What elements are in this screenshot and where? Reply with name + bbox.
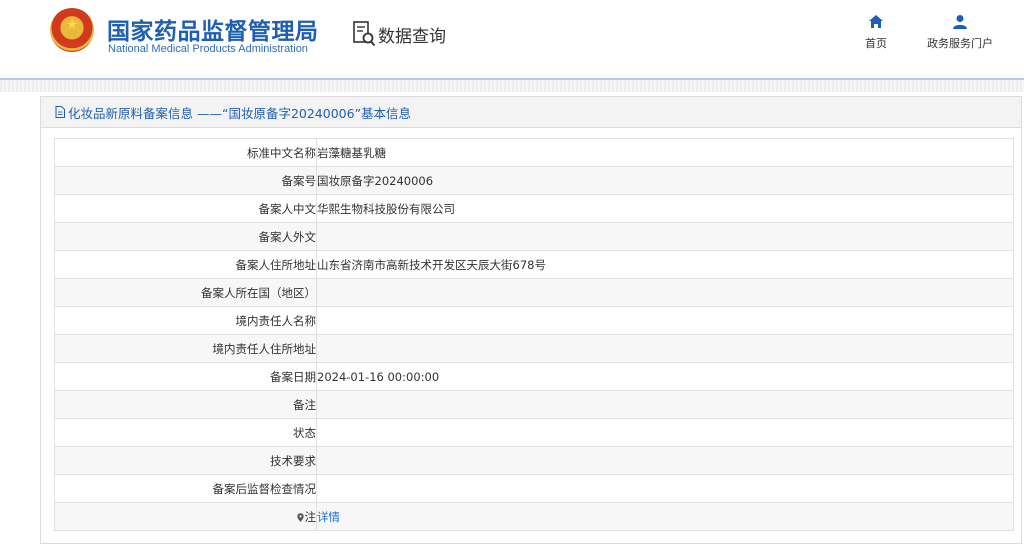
field-value [316, 278, 1014, 307]
table-row: 备案人中文 华熙生物科技股份有限公司 [54, 194, 1014, 223]
table-row: 技术要求 [54, 446, 1014, 475]
map-pin-icon [296, 512, 304, 522]
decorative-band [0, 80, 1024, 92]
panel-title: 化妆品新原料备案信息 ——“国妆原备字20240006”基本信息 [41, 97, 1021, 128]
note-label-text: 注 [304, 509, 316, 524]
document-icon [55, 106, 65, 118]
nav-home-label: 首页 [865, 37, 887, 50]
record-info-table: 标准中文名称 岩藻糖基乳糖 备案号 国妆原备字20240006 备案人中文 华熙… [54, 138, 1014, 531]
note-field-label: 注 [54, 502, 317, 531]
table-row: 境内责任人住所地址 [54, 334, 1014, 363]
field-label: 备案人中文 [54, 194, 317, 223]
field-label: 备案日期 [54, 362, 317, 391]
field-value: 华熙生物科技股份有限公司 [316, 194, 1014, 223]
field-value: 岩藻糖基乳糖 [316, 138, 1014, 167]
field-value: 山东省济南市高新技术开发区天辰大街678号 [316, 250, 1014, 279]
field-label: 标准中文名称 [54, 138, 317, 167]
field-label: 境内责任人名称 [54, 306, 317, 335]
field-value [316, 418, 1014, 447]
field-value [316, 446, 1014, 475]
field-label: 技术要求 [54, 446, 317, 475]
field-label: 备案后监督检查情况 [54, 474, 317, 503]
field-value: 2024-01-16 00:00:00 [316, 362, 1014, 391]
site-header: ★ 国家药品监督管理局 National Medical Products Ad… [0, 0, 1024, 80]
data-query-heading[interactable]: 数据查询 [352, 20, 446, 48]
nav-gov-portal-label: 政务服务门户 [927, 37, 993, 50]
table-row: 备案人住所地址 山东省济南市高新技术开发区天辰大街678号 [54, 250, 1014, 279]
details-link[interactable]: 详情 [318, 510, 341, 524]
field-label: 备案人外文 [54, 222, 317, 251]
table-row: 备案后监督检查情况 [54, 474, 1014, 503]
panel-title-text: 化妆品新原料备案信息 ——“国妆原备字20240006”基本信息 [68, 105, 412, 121]
field-value [316, 474, 1014, 503]
field-label: 备案人住所地址 [54, 250, 317, 279]
site-title-cn[interactable]: 国家药品监督管理局 [107, 12, 319, 46]
field-label: 境内责任人住所地址 [54, 334, 317, 363]
field-value [316, 306, 1014, 335]
record-panel: 化妆品新原料备案信息 ——“国妆原备字20240006”基本信息 标准中文名称 … [40, 96, 1022, 544]
nav-gov-portal-link[interactable]: 政务服务门户 [920, 14, 1000, 51]
user-icon [953, 15, 967, 29]
nav-home-link[interactable]: 首页 [857, 14, 895, 51]
table-row: 注 详情 [54, 502, 1014, 531]
field-value [316, 334, 1014, 363]
field-value [316, 390, 1014, 419]
table-row: 备案人外文 [54, 222, 1014, 251]
field-value: 国妆原备字20240006 [316, 166, 1014, 195]
field-value: 详情 [316, 502, 1014, 531]
table-row: 备案日期 2024-01-16 00:00:00 [54, 362, 1014, 391]
field-label: 备注 [54, 390, 317, 419]
home-icon [869, 15, 883, 28]
table-row: 备注 [54, 390, 1014, 419]
site-title-en: National Medical Products Administration [108, 43, 308, 55]
national-emblem-logo: ★ [50, 8, 94, 52]
table-row: 标准中文名称 岩藻糖基乳糖 [54, 138, 1014, 167]
table-row: 境内责任人名称 [54, 306, 1014, 335]
field-label: 备案人所在国（地区） [54, 278, 317, 307]
table-row: 备案号 国妆原备字20240006 [54, 166, 1014, 195]
data-query-label: 数据查询 [378, 26, 446, 47]
table-row: 状态 [54, 418, 1014, 447]
document-search-icon [353, 21, 376, 47]
field-label: 备案号 [54, 166, 317, 195]
field-value [316, 222, 1014, 251]
field-label: 状态 [54, 418, 317, 447]
table-row: 备案人所在国（地区） [54, 278, 1014, 307]
